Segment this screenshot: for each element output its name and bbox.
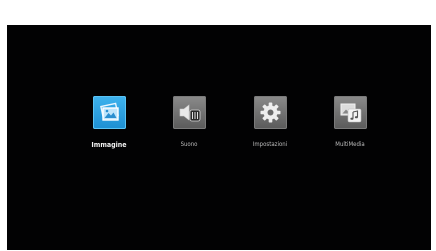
multimedia-icon-tile <box>334 96 367 129</box>
picture-icon-tile <box>93 96 126 129</box>
multimedia-icon <box>340 103 362 123</box>
menu-item-label: MultiMedia <box>335 141 365 148</box>
menu-item-label: Immagine <box>91 141 127 149</box>
tv-main-menu-screen: Immagine Suono Impostazioni MultiMedia <box>7 25 431 250</box>
picture-icon <box>100 102 119 121</box>
speaker-icon-tile <box>173 96 206 129</box>
menu-item-immagine[interactable]: Immagine <box>74 96 144 166</box>
gear-icon <box>260 102 281 123</box>
menu-item-suono[interactable]: Suono <box>154 96 224 166</box>
menu-item-impostazioni[interactable]: Impostazioni <box>235 96 305 166</box>
menu-item-label: Impostazioni <box>252 141 288 148</box>
speaker-icon <box>179 104 201 122</box>
menu-item-multimedia[interactable]: MultiMedia <box>315 96 385 166</box>
menu-item-label: Suono <box>180 141 198 148</box>
gear-icon-tile <box>254 96 287 129</box>
